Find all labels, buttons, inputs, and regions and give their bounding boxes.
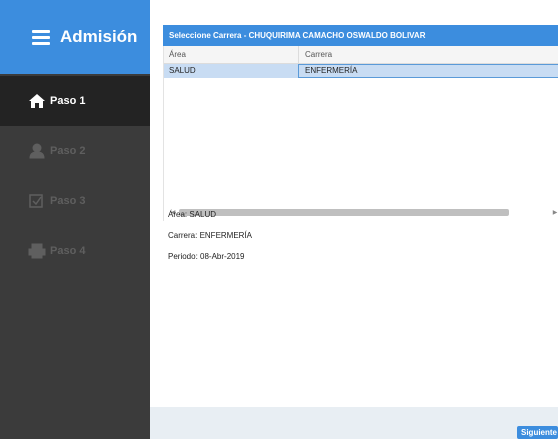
- panel-title: Seleccione Carrera - CHUQUIRIMA CAMACHO …: [163, 25, 558, 46]
- detail-carrera: Carrera: ENFERMERÍA: [168, 231, 253, 240]
- sidebar-item-label: Paso 2: [50, 145, 86, 157]
- sidebar-header: Admisión: [0, 0, 150, 74]
- cell-area[interactable]: SALUD: [169, 64, 289, 78]
- sidebar-item-paso-1[interactable]: Paso 1: [0, 76, 150, 126]
- column-header-area[interactable]: Área: [169, 46, 289, 64]
- career-panel: Seleccione Carrera - CHUQUIRIMA CAMACHO …: [163, 25, 558, 415]
- user-icon: [28, 143, 46, 159]
- detail-area: Área: SALUD: [168, 210, 217, 219]
- grid-header: Área Carrera: [164, 46, 558, 64]
- menu-icon[interactable]: [32, 27, 50, 48]
- detail-periodo: Periodo: 08-Abr-2019: [168, 252, 245, 261]
- sidebar-title: Admisión: [60, 27, 138, 46]
- sidebar-item-label: Paso 1: [50, 95, 86, 107]
- sidebar-item-paso-2: Paso 2: [0, 126, 150, 176]
- checkbox-icon: [28, 193, 46, 209]
- footer-bar: [150, 407, 558, 439]
- printer-icon: [28, 243, 46, 259]
- sidebar-item-paso-4: Paso 4: [0, 226, 150, 276]
- home-icon: [28, 93, 46, 109]
- sidebar-item-label: Paso 4: [50, 245, 86, 257]
- table-row[interactable]: SALUD ENFERMERÍA: [164, 64, 558, 78]
- column-divider[interactable]: [298, 46, 299, 64]
- scroll-right-icon[interactable]: ▶: [551, 208, 558, 218]
- cell-carrera[interactable]: ENFERMERÍA: [305, 64, 555, 78]
- sidebar-item-label: Paso 3: [50, 195, 86, 207]
- selection-details: Área: SALUD Carrera: ENFERMERÍA Periodo:…: [168, 210, 252, 273]
- sidebar-item-paso-3: Paso 3: [0, 176, 150, 226]
- next-button[interactable]: Siguiente: [517, 426, 558, 439]
- column-header-carrera[interactable]: Carrera: [305, 46, 555, 64]
- career-grid: Área Carrera SALUD ENFERMERÍA ◀ ▶: [163, 46, 558, 221]
